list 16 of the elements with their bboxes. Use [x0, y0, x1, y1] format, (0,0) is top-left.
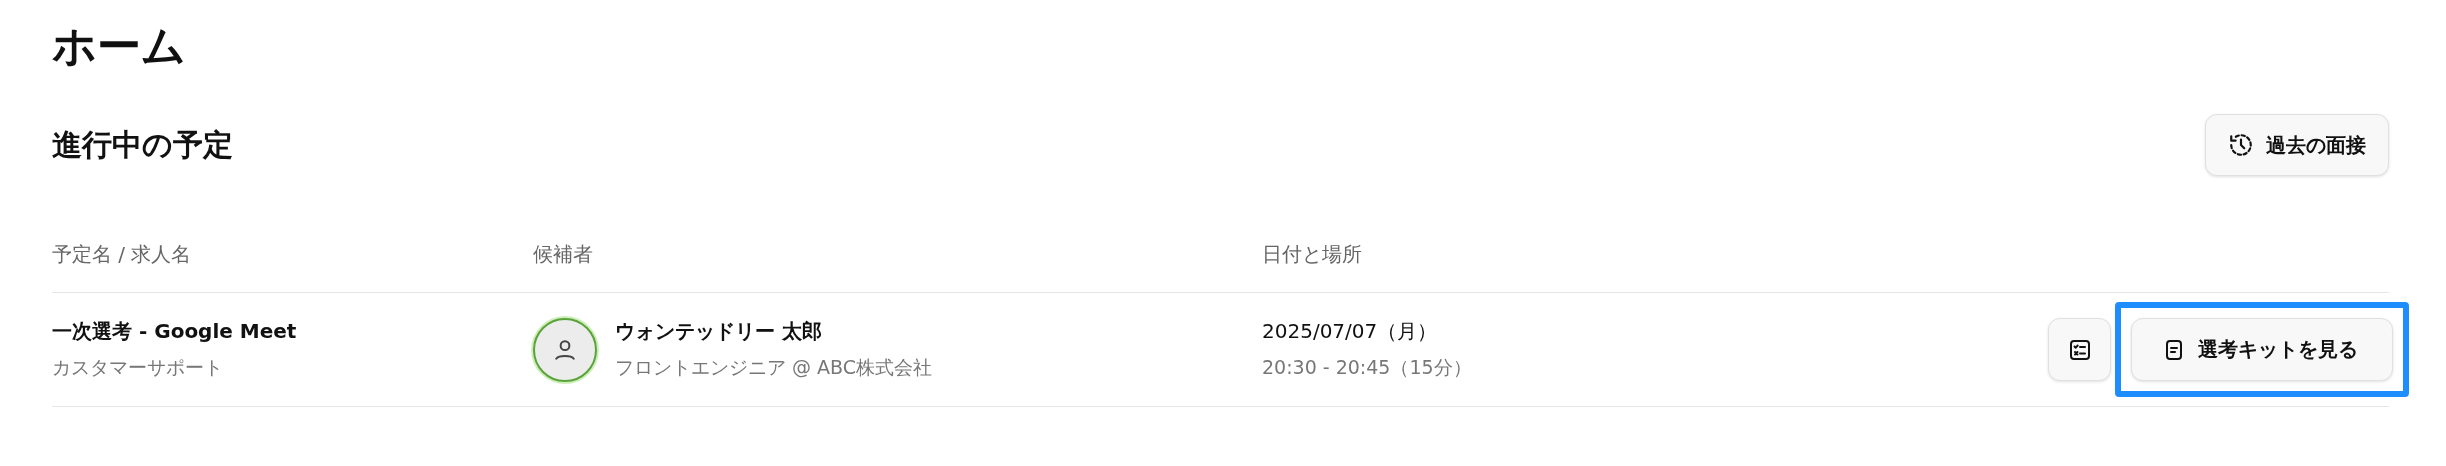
candidate-detail: フロントエンジニア @ ABC株式会社 [615, 355, 933, 380]
checklist-icon [2067, 337, 2092, 362]
history-icon [2228, 132, 2254, 158]
job-name: カスタマーサポート [52, 355, 223, 380]
event-name: 一次選考 - Google Meet [52, 318, 297, 345]
column-header: 候補者 [533, 241, 593, 266]
section-title: 進行中の予定 [52, 125, 233, 164]
event-date: 2025/07/07（月） [1262, 318, 1438, 345]
view-kit-button[interactable]: 選考キットを見る [2131, 318, 2393, 381]
event-time: 20:30 - 20:45（15分） [1262, 355, 1472, 380]
candidate-name: ウォンテッドリー 太郎 [615, 318, 822, 345]
page-title: ホーム [52, 19, 187, 73]
column-header: 日付と場所 [1262, 241, 1362, 266]
checklist-button[interactable] [2048, 318, 2111, 381]
past-interviews-button[interactable]: 過去の面接 [2205, 114, 2389, 176]
column-header: 予定名 / 求人名 [52, 241, 192, 266]
